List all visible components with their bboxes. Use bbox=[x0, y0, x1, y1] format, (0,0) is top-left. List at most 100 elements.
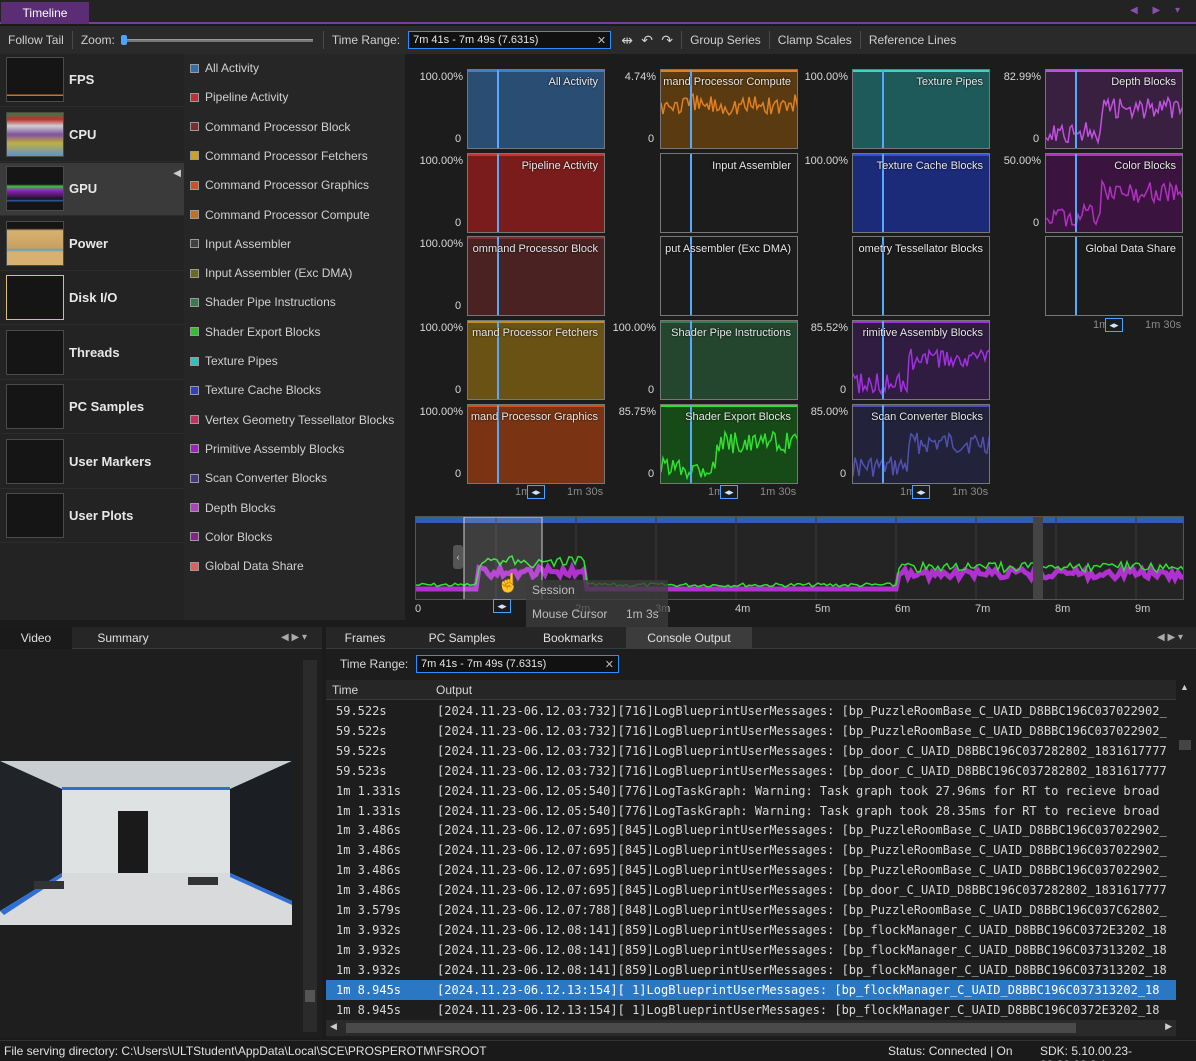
series-toggle[interactable]: Command Processor Graphics bbox=[190, 175, 369, 195]
undo-zoom-icon[interactable]: ↶ bbox=[637, 32, 657, 49]
session-scroll-left-handle[interactable]: ‹ bbox=[453, 545, 463, 569]
time-range-input[interactable]: 7m 41s - 7m 49s (7.631s) ✕ bbox=[408, 31, 612, 49]
group-series-button[interactable]: Group Series bbox=[682, 33, 769, 47]
zoom-slider-thumb[interactable] bbox=[120, 35, 127, 45]
table-row[interactable]: 1m 3.486s [2024.11.23-06.12.07:695][845]L… bbox=[326, 880, 1176, 900]
console-vertical-scrollbar[interactable]: ▲ bbox=[1176, 680, 1194, 1020]
scroll-right-icon[interactable]: ▶ bbox=[1165, 1021, 1172, 1032]
table-row[interactable]: 1m 3.932s [2024.11.23-06.12.08:141][859]L… bbox=[326, 920, 1176, 940]
table-row[interactable]: 59.522s [2024.11.23-06.12.03:732][716]Log… bbox=[326, 721, 1176, 741]
tab-console-output[interactable]: Console Output bbox=[626, 627, 752, 649]
table-row[interactable]: 1m 3.932s [2024.11.23-06.12.08:141][859]L… bbox=[326, 960, 1176, 980]
tab-scroll-arrows[interactable]: ◀ ▶ ▾ bbox=[1130, 5, 1186, 16]
console-horizontal-scrollbar[interactable]: ◀ ▶ bbox=[326, 1020, 1176, 1036]
console-vscroll-thumb[interactable] bbox=[1179, 740, 1191, 750]
table-row[interactable]: 1m 3.932s [2024.11.23-06.12.08:141][859]L… bbox=[326, 940, 1176, 960]
series-toggle[interactable]: Pipeline Activity bbox=[190, 87, 288, 107]
series-toggle[interactable]: All Activity bbox=[190, 58, 259, 78]
category-pc-samples[interactable]: PC Samples bbox=[0, 381, 184, 434]
table-row[interactable]: 1m 3.486s [2024.11.23-06.12.07:695][845]L… bbox=[326, 820, 1176, 840]
table-row[interactable]: 59.523s [2024.11.23-06.12.03:732][716]Log… bbox=[326, 761, 1176, 781]
table-row[interactable]: 1m 1.331s [2024.11.23-06.12.05:540][776]L… bbox=[326, 801, 1176, 821]
chart-mand-processor-graphics[interactable]: mand Processor Graphics bbox=[467, 404, 605, 484]
video-scrollbar-thumb[interactable] bbox=[305, 990, 315, 1002]
series-toggle[interactable]: Command Processor Fetchers bbox=[190, 146, 368, 166]
category-threads[interactable]: Threads bbox=[0, 327, 184, 380]
chart-texture-cache-blocks[interactable]: Texture Cache Blocks bbox=[852, 153, 990, 233]
series-toggle[interactable]: Input Assembler bbox=[190, 234, 291, 254]
chart-mand-processor-fetchers[interactable]: mand Processor Fetchers bbox=[467, 320, 605, 400]
chart-rimitive-assembly-blocks[interactable]: rimitive Assembly Blocks bbox=[852, 320, 990, 400]
chart-range-handle[interactable]: ◂▸ bbox=[527, 485, 545, 499]
chart-shader-pipe-instructions[interactable]: Shader Pipe Instructions bbox=[660, 320, 798, 400]
table-row[interactable]: 1m 3.579s [2024.11.23-06.12.07:788][848]L… bbox=[326, 900, 1176, 920]
column-output[interactable]: Output bbox=[436, 683, 472, 697]
series-toggle[interactable]: Vertex Geometry Tessellator Blocks bbox=[190, 410, 394, 430]
chart-depth-blocks[interactable]: Depth Blocks bbox=[1045, 69, 1183, 149]
series-toggle[interactable]: Scan Converter Blocks bbox=[190, 468, 327, 488]
chart-texture-pipes[interactable]: Texture Pipes bbox=[852, 69, 990, 149]
fit-range-icon[interactable]: ⇹ bbox=[617, 32, 637, 49]
category-cpu[interactable]: CPU bbox=[0, 109, 184, 162]
scroll-left-icon[interactable]: ◀ bbox=[330, 1021, 337, 1032]
chart-put-assembler-exc-dma-[interactable]: put Assembler (Exc DMA) bbox=[660, 236, 798, 316]
chart-pipeline-activity[interactable]: Pipeline Activity bbox=[467, 153, 605, 233]
table-row[interactable]: 1m 8.945s [2024.11.23-06.12.13:154][ 1]Lo… bbox=[326, 979, 1176, 1000]
clear-icon[interactable]: ✕ bbox=[605, 658, 614, 671]
tab-timeline[interactable]: Timeline bbox=[1, 2, 89, 24]
chart-scan-converter-blocks[interactable]: Scan Converter Blocks bbox=[852, 404, 990, 484]
table-row[interactable]: 1m 1.331s [2024.11.23-06.12.05:540][776]L… bbox=[326, 781, 1176, 801]
reference-lines-button[interactable]: Reference Lines bbox=[861, 33, 964, 47]
scroll-up-icon[interactable]: ▲ bbox=[1180, 682, 1189, 692]
series-toggle[interactable]: Primitive Assembly Blocks bbox=[190, 439, 344, 459]
category-user-markers[interactable]: User Markers bbox=[0, 436, 184, 489]
chart-shader-export-blocks[interactable]: Shader Export Blocks bbox=[660, 404, 798, 484]
series-toggle[interactable]: Shader Export Blocks bbox=[190, 322, 320, 342]
zoom-slider[interactable] bbox=[120, 34, 313, 46]
session-range-handle[interactable]: ◂▸ bbox=[493, 599, 511, 613]
series-toggle[interactable]: Texture Pipes bbox=[190, 351, 278, 371]
tab-frames[interactable]: Frames bbox=[334, 627, 396, 649]
table-row[interactable]: 1m 8.945s [2024.11.23-06.12.13:154][ 1]Lo… bbox=[326, 1000, 1176, 1020]
series-toggle[interactable]: Input Assembler (Exc DMA) bbox=[190, 263, 352, 283]
series-toggle[interactable]: Depth Blocks bbox=[190, 498, 276, 518]
chart-input-assembler[interactable]: Input Assembler bbox=[660, 153, 798, 233]
series-toggle[interactable]: Texture Cache Blocks bbox=[190, 380, 321, 400]
series-toggle[interactable]: Command Processor Block bbox=[190, 117, 350, 137]
chart-range-handle[interactable]: ◂▸ bbox=[912, 485, 930, 499]
table-row[interactable]: 1m 3.486s [2024.11.23-06.12.07:695][845]L… bbox=[326, 840, 1176, 860]
panel-menu-icon[interactable]: ◀ ▶ ▾ bbox=[268, 627, 320, 649]
video-scrollbar[interactable] bbox=[303, 660, 317, 1032]
tab-video[interactable]: Video bbox=[0, 627, 72, 649]
chart-global-data-share[interactable]: Global Data Share bbox=[1045, 236, 1183, 316]
category-user-plots[interactable]: User Plots bbox=[0, 490, 184, 543]
clear-icon[interactable]: ✕ bbox=[597, 34, 606, 47]
chart-all-activity[interactable]: All Activity bbox=[467, 69, 605, 149]
chart-range-handle[interactable]: ◂▸ bbox=[1105, 318, 1123, 332]
table-row[interactable]: 1m 3.486s [2024.11.23-06.12.07:695][845]L… bbox=[326, 860, 1176, 880]
category-disk-i-o[interactable]: Disk I/O bbox=[0, 272, 184, 325]
column-time[interactable]: Time bbox=[332, 683, 358, 697]
series-toggle[interactable]: Color Blocks bbox=[190, 527, 272, 547]
chart-color-blocks[interactable]: Color Blocks bbox=[1045, 153, 1183, 233]
redo-zoom-icon[interactable]: ↷ bbox=[657, 32, 677, 49]
panel-menu-icon[interactable]: ◀ ▶ ▾ bbox=[1144, 627, 1196, 649]
clamp-scales-button[interactable]: Clamp Scales bbox=[770, 33, 860, 47]
console-time-range-input[interactable]: 7m 41s - 7m 49s (7.631s) ✕ bbox=[416, 655, 619, 673]
category-gpu[interactable]: GPU ◀ bbox=[0, 163, 184, 216]
chart-mand-processor-compute[interactable]: mand Processor Compute bbox=[660, 69, 798, 149]
table-row[interactable]: 59.522s [2024.11.23-06.12.03:732][716]Log… bbox=[326, 741, 1176, 761]
series-toggle[interactable]: Shader Pipe Instructions bbox=[190, 292, 336, 312]
console-hscroll-thumb[interactable] bbox=[346, 1023, 1076, 1033]
table-row[interactable]: 59.522s [2024.11.23-06.12.03:732][716]Log… bbox=[326, 701, 1176, 721]
chart-range-handle[interactable]: ◂▸ bbox=[720, 485, 738, 499]
chart-ommand-processor-block[interactable]: ommand Processor Block bbox=[467, 236, 605, 316]
tab-summary[interactable]: Summary bbox=[80, 627, 166, 649]
category-fps[interactable]: FPS bbox=[0, 54, 184, 107]
follow-tail-button[interactable]: Follow Tail bbox=[0, 33, 72, 47]
tab-pc-samples[interactable]: PC Samples bbox=[418, 627, 506, 649]
series-toggle[interactable]: Command Processor Compute bbox=[190, 205, 370, 225]
tab-bookmarks[interactable]: Bookmarks bbox=[534, 627, 612, 649]
chart-ometry-tessellator-blocks[interactable]: ometry Tessellator Blocks bbox=[852, 236, 990, 316]
series-toggle[interactable]: Global Data Share bbox=[190, 556, 304, 576]
